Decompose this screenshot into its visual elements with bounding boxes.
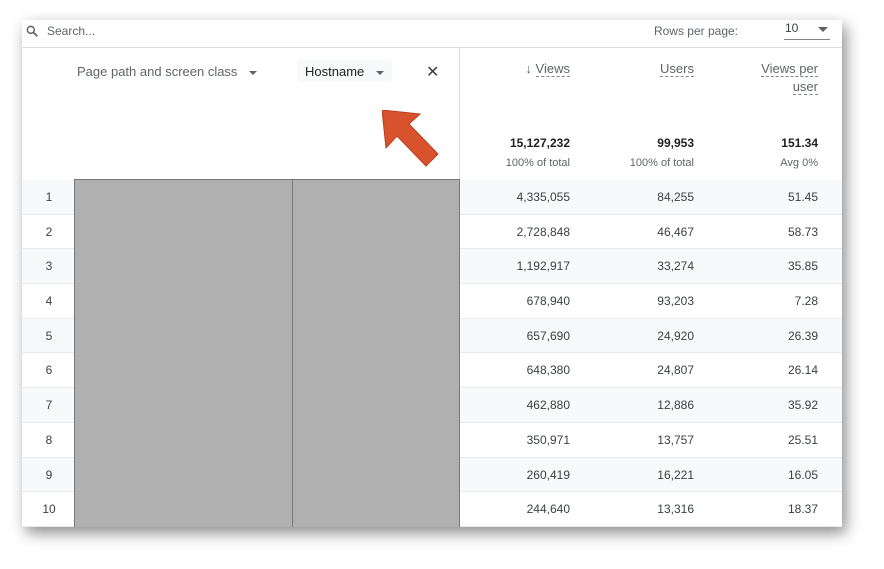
dimension-label: Page path and screen class: [77, 64, 238, 79]
column-label: Views: [535, 61, 570, 77]
views-cell: 260,419: [526, 467, 570, 482]
users-cell: 93,203: [657, 294, 694, 309]
redacted-page-path-column: [74, 179, 293, 527]
search-input[interactable]: Search...: [47, 24, 95, 38]
views-cell: 657,690: [526, 328, 570, 343]
row-index: 10: [42, 502, 56, 517]
row-index: 4: [45, 294, 53, 309]
views-per-user-cell: 51.45: [787, 190, 818, 204]
views-per-user-cell: 26.14: [787, 363, 818, 378]
row-index: 7: [45, 398, 53, 413]
users-cell: 24,920: [657, 328, 694, 343]
views-cell: 678,940: [526, 294, 570, 309]
views-per-user-cell: 18.37: [787, 502, 818, 517]
users-cell: 46,467: [657, 224, 694, 239]
rows-per-page-value: 10: [785, 21, 799, 35]
row-index: 9: [45, 467, 53, 482]
row-index: 6: [45, 363, 53, 378]
dimension-label: Hostname: [305, 64, 365, 79]
users-cell: 13,316: [657, 502, 694, 517]
rows-per-page-select[interactable]: 10: [784, 21, 830, 40]
annotation-arrow-icon: [382, 110, 439, 167]
remove-dimension-close-icon[interactable]: ✕: [426, 62, 439, 82]
total-users-sub: 100% of total: [629, 157, 694, 169]
total-views-sub: 100% of total: [505, 157, 570, 169]
users-cell: 13,757: [657, 432, 694, 447]
views-per-user-cell: 7.28: [794, 294, 818, 309]
column-label: Users: [660, 61, 694, 77]
dropdown-arrow-icon: [249, 70, 258, 75]
users-cell: 24,807: [657, 363, 694, 378]
views-per-user-cell: 35.85: [787, 259, 818, 274]
dropdown-arrow-icon: [818, 27, 828, 32]
dimension-selector-page-path[interactable]: Page path and screen class: [77, 64, 258, 79]
views-per-user-cell: 16.05: [787, 467, 818, 482]
column-header-users[interactable]: Users: [574, 60, 694, 78]
total-views-per-user-sub: Avg 0%: [780, 157, 818, 169]
total-users: 99,953: [657, 136, 694, 150]
search-bar[interactable]: Search... Rows per page: 10: [22, 20, 842, 48]
dropdown-arrow-icon: [376, 70, 385, 75]
views-cell: 1,192,917: [516, 259, 570, 274]
users-cell: 84,255: [657, 190, 694, 204]
views-per-user-cell: 26.39: [787, 328, 818, 343]
views-per-user-cell: 25.51: [787, 432, 818, 447]
total-views: 15,127,232: [509, 136, 570, 150]
views-cell: 462,880: [526, 398, 570, 413]
views-cell: 350,971: [526, 432, 570, 447]
column-header-views-per-user[interactable]: Views per user: [738, 60, 818, 96]
rows-per-page-label: Rows per page:: [653, 24, 738, 38]
dimension-selector-hostname[interactable]: Hostname: [297, 60, 393, 82]
users-cell: 12,886: [657, 398, 694, 413]
data-table-card: Search... Rows per page: 10 Page path an…: [22, 20, 842, 527]
views-per-user-cell: 58.73: [787, 224, 818, 239]
views-cell: 2,728,848: [516, 224, 570, 239]
users-cell: 16,221: [657, 467, 694, 482]
total-views-per-user: 151.34: [781, 136, 818, 150]
search-icon: [26, 25, 38, 37]
row-index: 1: [45, 190, 53, 204]
redacted-hostname-column: [292, 179, 460, 527]
views-per-user-cell: 35.92: [787, 398, 818, 413]
row-index: 3: [45, 259, 53, 274]
row-index: 2: [45, 224, 53, 239]
users-cell: 33,274: [657, 259, 694, 274]
column-label: Views per user: [761, 61, 818, 95]
views-cell: 244,640: [526, 502, 570, 517]
column-header-views[interactable]: ↓ Views: [450, 60, 570, 78]
row-index: 5: [45, 328, 53, 343]
views-cell: 4,335,055: [516, 190, 570, 204]
views-cell: 648,380: [526, 363, 570, 378]
row-index: 8: [45, 432, 53, 447]
